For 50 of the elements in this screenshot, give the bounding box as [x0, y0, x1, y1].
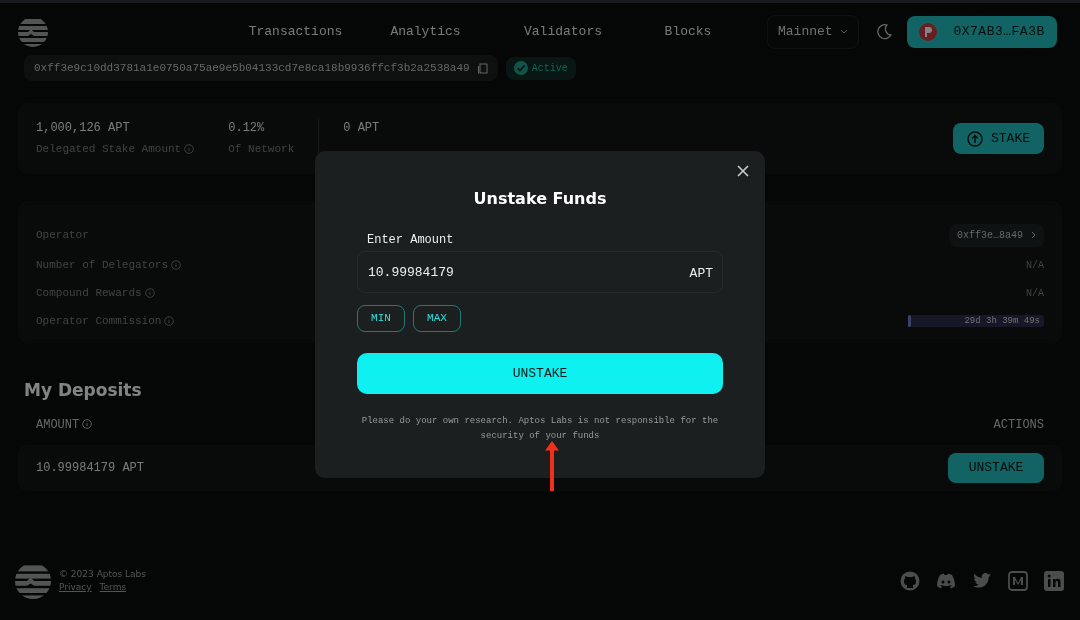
stake-button[interactable]: STAKE — [953, 122, 1044, 155]
logo-icon[interactable] — [18, 17, 48, 47]
field-label: Enter Amount — [367, 232, 455, 249]
section-title: My Deposits — [24, 379, 143, 402]
amount-preset-button[interactable]: MAX — [413, 305, 461, 332]
column-header: AMOUNT — [36, 415, 93, 434]
arrow — [545, 441, 559, 491]
chevron-icon — [1031, 231, 1036, 239]
close-button[interactable] — [737, 165, 749, 177]
disclaimer-text: Please do your own research. Aptos Labs is not responsible for the security of your funds — [360, 415, 720, 443]
github-icon[interactable] — [900, 571, 920, 591]
column-header: ACTIONS — [993, 416, 1044, 434]
stat-value: 0 APT — [343, 120, 380, 138]
footer-link[interactable]: Terms — [99, 581, 127, 595]
medium-icon[interactable] — [1008, 571, 1028, 591]
network-dropdown[interactable]: Mainnet — [767, 15, 860, 49]
copy-icon[interactable] — [477, 62, 488, 74]
modal-title: Unstake Funds — [472, 188, 608, 210]
detail-value: N/A — [1026, 258, 1044, 273]
amount-cell-text: 10.99984179 APT — [36, 459, 145, 477]
info-icon — [82, 419, 93, 430]
countdown-text: 29d 3h 39m 49s — [964, 315, 1040, 327]
logo-icon[interactable] — [15, 563, 51, 599]
operator-link[interactable]: 0xff3e…8a49 — [949, 223, 1044, 247]
moon-icon[interactable] — [875, 23, 894, 41]
discord-icon[interactable] — [936, 573, 956, 589]
unstake-submit-button[interactable]: UNSTAKE — [357, 353, 723, 394]
nav-link[interactable]: Analytics — [358, 22, 493, 42]
nav-link[interactable]: Transactions — [233, 22, 358, 42]
status-badge: Active — [505, 56, 576, 80]
footer-link[interactable]: Privacy — [59, 581, 92, 595]
detail-value: N/A — [1026, 286, 1044, 301]
upload-icon — [967, 130, 983, 147]
nav-link[interactable]: Validators — [493, 22, 633, 42]
unstake-button[interactable]: UNSTAKE — [948, 452, 1044, 483]
stat-value: 1,000,126 APT — [36, 120, 131, 138]
chevron-icon — [840, 29, 849, 35]
detail-label: Operator — [36, 227, 89, 243]
stat-value: 0.12% — [228, 120, 266, 138]
wallet-button[interactable]: 0X7AB3…FA3B — [907, 16, 1057, 48]
stat-label: Of Network — [228, 142, 295, 158]
nav-link[interactable]: Blocks — [633, 22, 743, 42]
bird-icon[interactable] — [972, 573, 992, 589]
avatar-icon — [919, 23, 938, 41]
linkedin-icon[interactable] — [1044, 571, 1064, 591]
amount-preset-button[interactable]: MIN — [357, 305, 405, 332]
check-icon — [513, 61, 528, 75]
address-pill: 0xff3e9c10dd3781a1e0750a75ae9e5b04133cd7e8ca18b9936ffcf3b2a2538a49 — [24, 54, 498, 82]
copyright-text: © 2023 Aptos Labs — [59, 567, 146, 581]
unit-label: APT — [689, 265, 713, 283]
